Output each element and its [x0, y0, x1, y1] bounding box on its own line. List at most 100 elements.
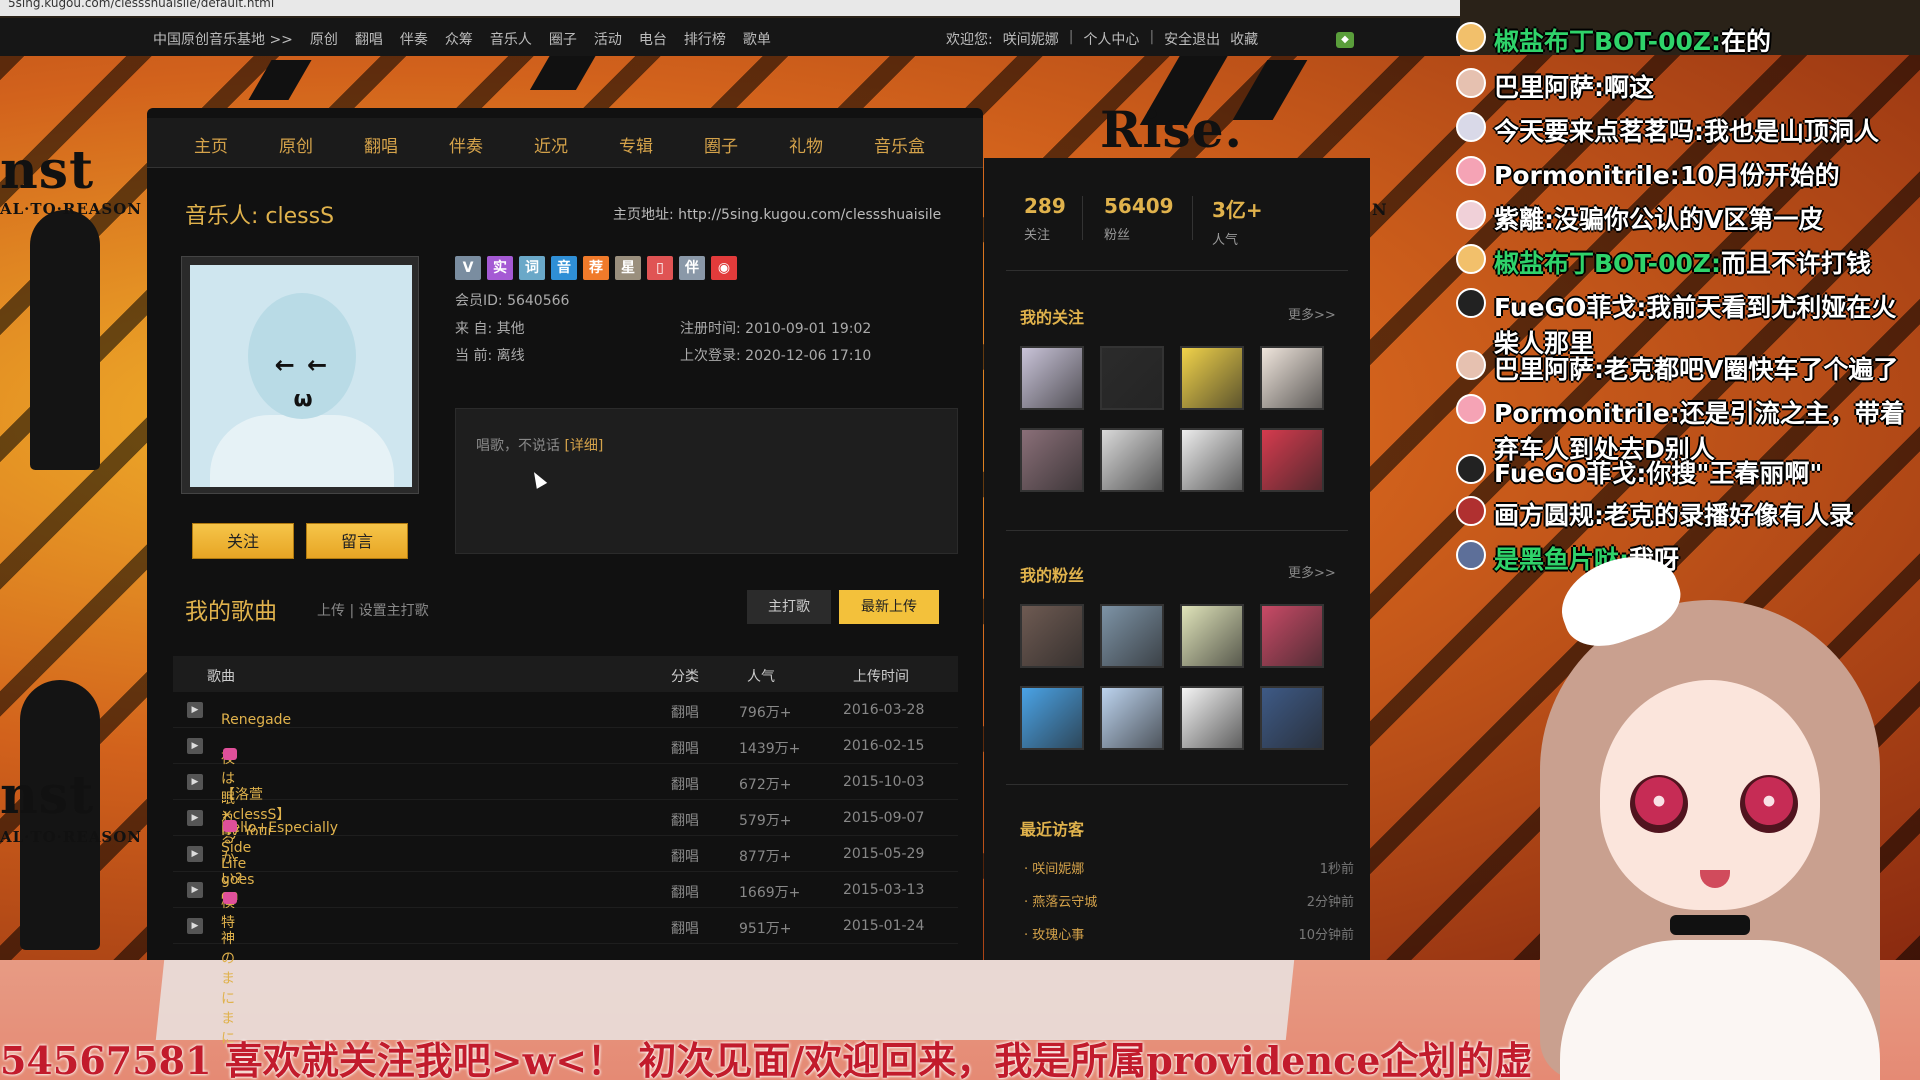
- address-bar[interactable]: 5sing.kugou.com/clessshuaisile/default.h…: [0, 0, 1460, 16]
- top-nav-playlists[interactable]: 歌单: [743, 29, 771, 49]
- table-row[interactable]: ▶ Renegade 翻唱 796万+ 2016-03-28: [173, 692, 958, 728]
- table-row[interactable]: ▶模特翻唱1669万+2015-03-13: [173, 872, 958, 931]
- top-nav-radio[interactable]: 电台: [639, 29, 667, 49]
- fan-avatar[interactable]: [1020, 604, 1084, 668]
- visitor-item[interactable]: · 燕落云守城 2分钟前: [1024, 891, 1354, 910]
- play-icon[interactable]: ▶: [187, 918, 203, 934]
- play-icon[interactable]: ▶: [187, 846, 203, 862]
- favorite-link[interactable]: 收藏: [1230, 29, 1258, 49]
- logout-link[interactable]: 安全退出: [1164, 29, 1220, 49]
- bg-figure: [30, 210, 100, 470]
- chat-nickname: Pormonitrile:: [1494, 399, 1680, 428]
- top-nav-accompaniment[interactable]: 伴奏: [400, 29, 428, 49]
- following-avatar[interactable]: [1020, 428, 1084, 492]
- play-icon[interactable]: ▶: [187, 810, 203, 826]
- badge-icon[interactable]: 词: [519, 256, 545, 280]
- following-avatar[interactable]: [1020, 346, 1084, 410]
- stat-following-value: 289: [1024, 194, 1066, 218]
- song-category: 翻唱: [671, 849, 699, 865]
- fans-more-link[interactable]: 更多>>: [1288, 562, 1336, 581]
- main-songs-button[interactable]: 主打歌: [747, 590, 831, 624]
- top-nav-original[interactable]: 原创: [310, 29, 338, 49]
- username-link[interactable]: 咲间妮娜: [1003, 29, 1059, 49]
- extension-icon[interactable]: ◆: [1336, 32, 1354, 48]
- fan-avatar[interactable]: [1100, 604, 1164, 668]
- tab-accompaniment[interactable]: 伴奏: [449, 132, 483, 157]
- badge-icon[interactable]: 星: [615, 256, 641, 280]
- chat-avatar: [1456, 200, 1486, 230]
- tab-circle[interactable]: 圈子: [704, 132, 738, 157]
- chat-content: 在的: [1720, 27, 1771, 56]
- badge-icon[interactable]: ◉: [711, 256, 737, 280]
- top-nav-circles[interactable]: 圈子: [549, 29, 577, 49]
- following-avatar[interactable]: [1260, 346, 1324, 410]
- homepage-address[interactable]: 主页地址: http://5sing.kugou.com/clessshuais…: [613, 204, 941, 224]
- divider: [1192, 196, 1193, 240]
- bio-more-link[interactable]: [详细]: [564, 438, 603, 454]
- tab-cover[interactable]: 翻唱: [364, 132, 398, 157]
- tab-original[interactable]: 原创: [279, 132, 313, 157]
- play-icon[interactable]: ▶: [187, 774, 203, 790]
- message-button[interactable]: 留言: [306, 523, 408, 559]
- tab-album[interactable]: 专辑: [619, 132, 653, 157]
- vtuber-avatar: [1500, 541, 1920, 1080]
- fan-avatar[interactable]: [1260, 604, 1324, 668]
- badge-icon[interactable]: V: [455, 256, 481, 280]
- table-row[interactable]: ▶ 神のまにまに 翻唱 951万+ 2015-01-24: [173, 908, 958, 1047]
- top-nav-events[interactable]: 活动: [594, 29, 622, 49]
- fan-avatar[interactable]: [1180, 686, 1244, 750]
- following-avatar[interactable]: [1260, 428, 1324, 492]
- following-more-link[interactable]: 更多>>: [1288, 304, 1336, 323]
- following-avatar[interactable]: [1100, 428, 1164, 492]
- fan-avatar[interactable]: [1180, 604, 1244, 668]
- top-nav-links: 中国原创音乐基地 >> 原创 翻唱 伴奏 众筹 音乐人 圈子 活动 电台 排行榜…: [153, 29, 788, 49]
- badge-icon[interactable]: 实: [487, 256, 513, 280]
- visitor-item[interactable]: · 咲间妮娜 1秒前: [1024, 858, 1354, 877]
- table-row[interactable]: ▶ 【洛萱×clessS】By Your Side 翻唱 672万+ 2015-10-0…: [173, 764, 958, 856]
- following-avatar[interactable]: [1180, 346, 1244, 410]
- following-avatar[interactable]: [1100, 346, 1164, 410]
- welcome-label: 欢迎您:: [946, 32, 993, 48]
- column-song: 歌曲: [207, 669, 235, 685]
- tab-home[interactable]: 主页: [194, 132, 228, 157]
- tab-recent[interactable]: 近况: [534, 132, 568, 157]
- latest-upload-button[interactable]: 最新上传: [839, 590, 939, 624]
- chat-message: Pormonitrile:10月份开始的: [1456, 156, 1920, 192]
- chat-text: 画方圆规:老克的录播好像有人录: [1494, 496, 1854, 532]
- bg-text: Rise.: [1100, 100, 1243, 159]
- badge-icon[interactable]: ▯: [647, 256, 673, 280]
- upload-link[interactable]: 上传: [317, 603, 345, 619]
- top-nav-musicians[interactable]: 音乐人: [490, 29, 532, 49]
- top-nav-home-link[interactable]: 中国原创音乐基地 >>: [153, 29, 293, 49]
- fan-avatar[interactable]: [1260, 686, 1324, 750]
- profile-sidebar: 289 关注 56409 粉丝 3亿+ 人气 我的关注 更多>> 我的粉丝 更多…: [984, 158, 1370, 960]
- personal-center-link[interactable]: 个人中心: [1083, 29, 1139, 49]
- table-row[interactable]: ▶夜は眠れるかい?翻唱1439万+2016-02-15: [173, 728, 958, 887]
- badge-icon[interactable]: 伴: [679, 256, 705, 280]
- play-icon[interactable]: ▶: [187, 702, 203, 718]
- chat-avatar: [1456, 394, 1486, 424]
- badge-icon[interactable]: 荐: [583, 256, 609, 280]
- follow-button[interactable]: 关注: [192, 523, 294, 559]
- fan-avatar[interactable]: [1100, 686, 1164, 750]
- play-icon[interactable]: ▶: [187, 882, 203, 898]
- table-row[interactable]: ▶ Hello+Especially 翻唱 579万+ 2015-09-07: [173, 800, 958, 836]
- top-nav-charts[interactable]: 排行榜: [684, 29, 726, 49]
- fan-avatar[interactable]: [1020, 686, 1084, 750]
- song-date: 2015-03-13: [843, 882, 925, 898]
- badge-icon[interactable]: 音: [551, 256, 577, 280]
- stat-fans[interactable]: 56409 粉丝: [1104, 194, 1174, 243]
- play-icon[interactable]: ▶: [187, 738, 203, 754]
- tab-music-box[interactable]: 音乐盒: [874, 132, 925, 157]
- set-main-song-link[interactable]: 设置主打歌: [359, 603, 429, 619]
- top-nav-crowdfunding[interactable]: 众筹: [445, 29, 473, 49]
- chat-text: 巴里阿萨:啊这: [1494, 68, 1654, 104]
- site-top-nav: 中国原创音乐基地 >> 原创 翻唱 伴奏 众筹 音乐人 圈子 活动 电台 排行榜…: [0, 18, 1460, 56]
- table-row[interactable]: ▶Life goes on翻唱877万+2015-05-29: [173, 836, 958, 904]
- following-avatar[interactable]: [1180, 428, 1244, 492]
- top-nav-cover[interactable]: 翻唱: [355, 29, 383, 49]
- stat-following[interactable]: 289 关注: [1024, 194, 1066, 243]
- visitor-item[interactable]: · 玫瑰心事 10分钟前: [1024, 924, 1354, 943]
- avatar-body: [210, 415, 394, 487]
- tab-gifts[interactable]: 礼物: [789, 132, 823, 157]
